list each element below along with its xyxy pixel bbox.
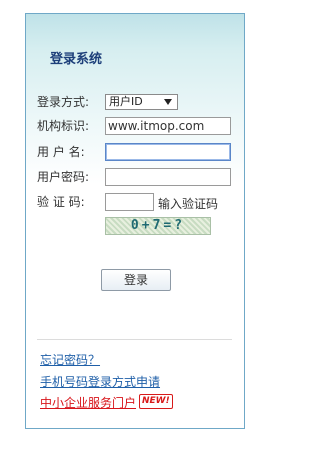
username-input[interactable] bbox=[105, 143, 231, 161]
login-method-label: 登录方式: bbox=[37, 95, 90, 109]
login-panel: 登录系统 登录方式: 用户ID 机构标识: www.itmop.com 用 户 … bbox=[25, 13, 245, 429]
org-id-label: 机构标识: bbox=[37, 119, 90, 133]
captcha-image[interactable]: 0+7=? bbox=[105, 217, 211, 235]
login-button[interactable]: 登录 bbox=[101, 269, 171, 291]
login-method-value: 用户ID bbox=[109, 95, 143, 108]
org-id-input[interactable]: www.itmop.com bbox=[105, 117, 231, 135]
mobile-login-apply-link[interactable]: 手机号码登录方式申请 bbox=[40, 375, 160, 389]
login-method-select[interactable]: 用户ID bbox=[105, 94, 178, 110]
captcha-hint: 输入验证码 bbox=[158, 197, 219, 211]
captcha-input[interactable] bbox=[105, 193, 154, 211]
username-label: 用 户 名: bbox=[37, 145, 85, 159]
password-label: 用户密码: bbox=[37, 170, 90, 184]
forgot-password-link[interactable]: 忘记密码？ bbox=[40, 353, 100, 367]
divider bbox=[37, 339, 232, 340]
chevron-down-icon bbox=[164, 99, 172, 105]
new-badge-icon: NEW! bbox=[139, 394, 173, 409]
captcha-label: 验 证 码: bbox=[37, 195, 85, 209]
page-title: 登录系统 bbox=[50, 52, 103, 67]
password-input[interactable] bbox=[105, 168, 231, 186]
sme-portal-link[interactable]: 中小企业服务门户 bbox=[40, 396, 136, 410]
